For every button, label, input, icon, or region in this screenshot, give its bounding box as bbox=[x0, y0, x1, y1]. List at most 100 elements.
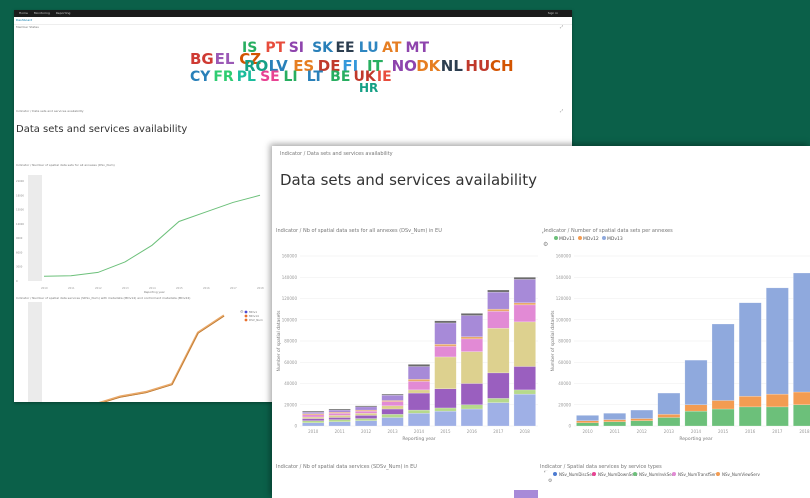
wordcloud-word[interactable]: FR bbox=[213, 69, 234, 85]
bar-segment[interactable] bbox=[487, 289, 510, 293]
bar-segment[interactable] bbox=[513, 302, 536, 306]
legend-swatch[interactable] bbox=[602, 236, 606, 240]
bar-segment[interactable] bbox=[487, 372, 510, 399]
bar-segment[interactable] bbox=[603, 421, 626, 427]
bar-segment[interactable] bbox=[355, 415, 378, 419]
bar-segment[interactable] bbox=[434, 343, 457, 347]
legend-label[interactable]: MDv13 bbox=[607, 236, 623, 242]
wordcloud-word[interactable]: LU bbox=[359, 40, 379, 56]
bar-segment[interactable] bbox=[793, 391, 810, 405]
wordcloud-word[interactable]: PT bbox=[265, 40, 285, 56]
wordcloud-word[interactable]: HR bbox=[359, 81, 378, 95]
bar-segment[interactable] bbox=[407, 366, 431, 380]
bar-segment[interactable] bbox=[460, 383, 483, 405]
bar-segment[interactable] bbox=[381, 393, 404, 396]
bar-segment[interactable] bbox=[513, 366, 536, 391]
bar-segment[interactable] bbox=[460, 338, 483, 352]
bar-segment[interactable] bbox=[302, 422, 325, 427]
bar-segment[interactable] bbox=[302, 414, 325, 418]
wordcloud-word[interactable]: PL bbox=[237, 69, 256, 85]
wordcloud-word[interactable]: SK bbox=[312, 40, 334, 56]
wordcloud-word[interactable]: IE bbox=[377, 69, 392, 85]
bar-segment[interactable] bbox=[460, 408, 483, 427]
bar-segment[interactable] bbox=[487, 402, 510, 427]
bar-segment[interactable] bbox=[711, 400, 735, 410]
bar-segment[interactable] bbox=[576, 422, 599, 427]
bar-segment[interactable] bbox=[355, 418, 378, 421]
wordcloud-word[interactable]: HU bbox=[465, 57, 490, 75]
bar-segment[interactable] bbox=[302, 411, 325, 414]
bar-segment[interactable] bbox=[513, 279, 536, 303]
bar-segment[interactable] bbox=[434, 346, 457, 358]
bar-segment[interactable] bbox=[657, 392, 681, 415]
wordcloud-word[interactable]: CH bbox=[490, 57, 514, 75]
bar-segment[interactable] bbox=[487, 311, 510, 329]
wordcloud-word[interactable]: SI bbox=[289, 40, 304, 56]
bar-segment[interactable] bbox=[355, 420, 378, 427]
wordcloud-word[interactable]: NL bbox=[441, 57, 464, 75]
bar-segment[interactable] bbox=[328, 409, 351, 413]
bar-segment[interactable] bbox=[576, 415, 599, 421]
bar-segment[interactable] bbox=[684, 410, 708, 427]
bar-segment[interactable] bbox=[407, 381, 431, 391]
bar-segment[interactable] bbox=[738, 396, 762, 408]
bar-segment[interactable] bbox=[513, 389, 536, 395]
sign-in-link[interactable]: Sign in bbox=[548, 10, 558, 17]
bar-segment[interactable] bbox=[302, 420, 325, 424]
bar-segment[interactable] bbox=[513, 321, 536, 367]
bar-segment[interactable] bbox=[738, 302, 762, 397]
bar-segment[interactable] bbox=[603, 413, 626, 420]
expand-icon[interactable]: ⤢ bbox=[542, 229, 546, 235]
bar-segment[interactable] bbox=[407, 364, 431, 367]
bar-segment[interactable] bbox=[793, 272, 810, 393]
bar-segment[interactable] bbox=[355, 413, 378, 416]
bar-segment[interactable] bbox=[766, 287, 789, 395]
bar-segment[interactable] bbox=[328, 408, 351, 411]
bar-segment[interactable] bbox=[630, 409, 654, 419]
bar-segment[interactable] bbox=[460, 313, 483, 316]
bar-segment[interactable] bbox=[684, 404, 708, 412]
expand-icon[interactable]: ⤢ bbox=[544, 470, 548, 474]
bar-segment[interactable] bbox=[381, 417, 404, 427]
wordcloud-word[interactable]: SE bbox=[260, 69, 280, 85]
gear-icon[interactable]: ⚙ bbox=[543, 241, 548, 248]
bar-segment[interactable] bbox=[630, 420, 654, 427]
bar-segment[interactable] bbox=[657, 417, 681, 427]
bar-segment[interactable] bbox=[328, 415, 351, 418]
bar-segment[interactable] bbox=[766, 393, 789, 408]
bar-segment[interactable] bbox=[355, 406, 378, 411]
bar-segment[interactable] bbox=[460, 351, 483, 384]
bar-segment[interactable] bbox=[738, 406, 762, 427]
bar-segment[interactable] bbox=[576, 420, 599, 424]
bar-segment[interactable] bbox=[630, 418, 654, 421]
wordcloud-word[interactable]: DK bbox=[416, 57, 441, 75]
wordcloud-word[interactable]: NO bbox=[392, 57, 417, 75]
bar-segment[interactable] bbox=[434, 410, 457, 427]
legend-label[interactable]: MDv12 bbox=[583, 236, 599, 242]
bar-segment[interactable] bbox=[487, 291, 510, 310]
nav-monitoring[interactable]: Monitoring bbox=[34, 11, 50, 15]
bar-segment[interactable] bbox=[460, 404, 483, 410]
bar-segment[interactable] bbox=[328, 421, 351, 427]
bar-segment[interactable] bbox=[355, 410, 378, 414]
bar-segment[interactable] bbox=[381, 394, 404, 401]
bar-segment[interactable] bbox=[302, 418, 325, 421]
legend-swatch[interactable] bbox=[578, 236, 582, 240]
wordcloud-word[interactable]: EE bbox=[335, 40, 354, 56]
bar-segment[interactable] bbox=[381, 401, 404, 407]
bar-segment[interactable] bbox=[793, 404, 810, 427]
bar-segment[interactable] bbox=[434, 356, 457, 390]
bar-segment[interactable] bbox=[460, 315, 483, 337]
bar-segment[interactable] bbox=[381, 414, 404, 418]
bar-segment[interactable] bbox=[684, 359, 708, 405]
legend-label[interactable]: MDv11 bbox=[559, 236, 575, 242]
bar-segment[interactable] bbox=[407, 392, 431, 411]
bar-segment[interactable] bbox=[766, 406, 789, 427]
wordcloud-word[interactable]: BE bbox=[330, 69, 350, 85]
bar-segment[interactable] bbox=[434, 320, 457, 324]
bar-segment[interactable] bbox=[434, 322, 457, 345]
nav-reporting[interactable]: Reporting bbox=[56, 11, 71, 15]
bar-segment[interactable] bbox=[513, 304, 536, 323]
bar-segment[interactable] bbox=[487, 328, 510, 374]
bar-segment[interactable] bbox=[603, 419, 626, 422]
